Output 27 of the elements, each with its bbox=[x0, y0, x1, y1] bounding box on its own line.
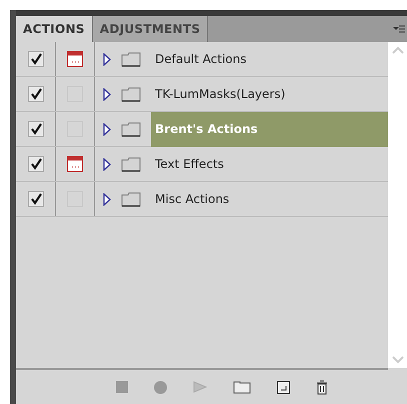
expand-arrow-icon[interactable] bbox=[103, 88, 111, 100]
folder-icon bbox=[121, 192, 141, 206]
folder-icon bbox=[121, 52, 141, 66]
folder-icon bbox=[121, 122, 141, 136]
expand-arrow-icon[interactable] bbox=[103, 158, 111, 170]
toggle-checkbox[interactable] bbox=[28, 121, 44, 137]
expand-arrow-icon[interactable] bbox=[103, 192, 111, 206]
expand-arrow-icon[interactable] bbox=[103, 122, 111, 136]
panel-tab[interactable]: ADJUSTMENTS bbox=[92, 16, 208, 42]
dialog-icon[interactable] bbox=[67, 51, 83, 67]
action-set-name[interactable]: Default Actions bbox=[151, 42, 388, 76]
toggle-checkbox[interactable] bbox=[28, 156, 44, 172]
action-set-name[interactable]: TK-LumMasks(Layers) bbox=[151, 76, 388, 112]
menu-icon[interactable] bbox=[393, 24, 405, 34]
dialog-icon[interactable] bbox=[67, 156, 83, 172]
folder-icon[interactable] bbox=[233, 380, 251, 394]
new-item-icon[interactable] bbox=[277, 380, 290, 394]
expand-arrow-icon[interactable] bbox=[103, 52, 111, 66]
panel-tab[interactable]: ACTIONS bbox=[16, 16, 93, 42]
toggle-checkbox[interactable] bbox=[28, 86, 44, 102]
toggle-checkbox[interactable] bbox=[28, 191, 44, 207]
trash-icon[interactable] bbox=[316, 380, 328, 394]
folder-icon bbox=[121, 156, 141, 172]
action-set-name[interactable]: Misc Actions bbox=[151, 182, 388, 216]
toggle-checkbox[interactable] bbox=[28, 51, 44, 67]
folder-icon bbox=[121, 86, 141, 102]
action-set-name[interactable]: Text Effects bbox=[151, 146, 388, 182]
